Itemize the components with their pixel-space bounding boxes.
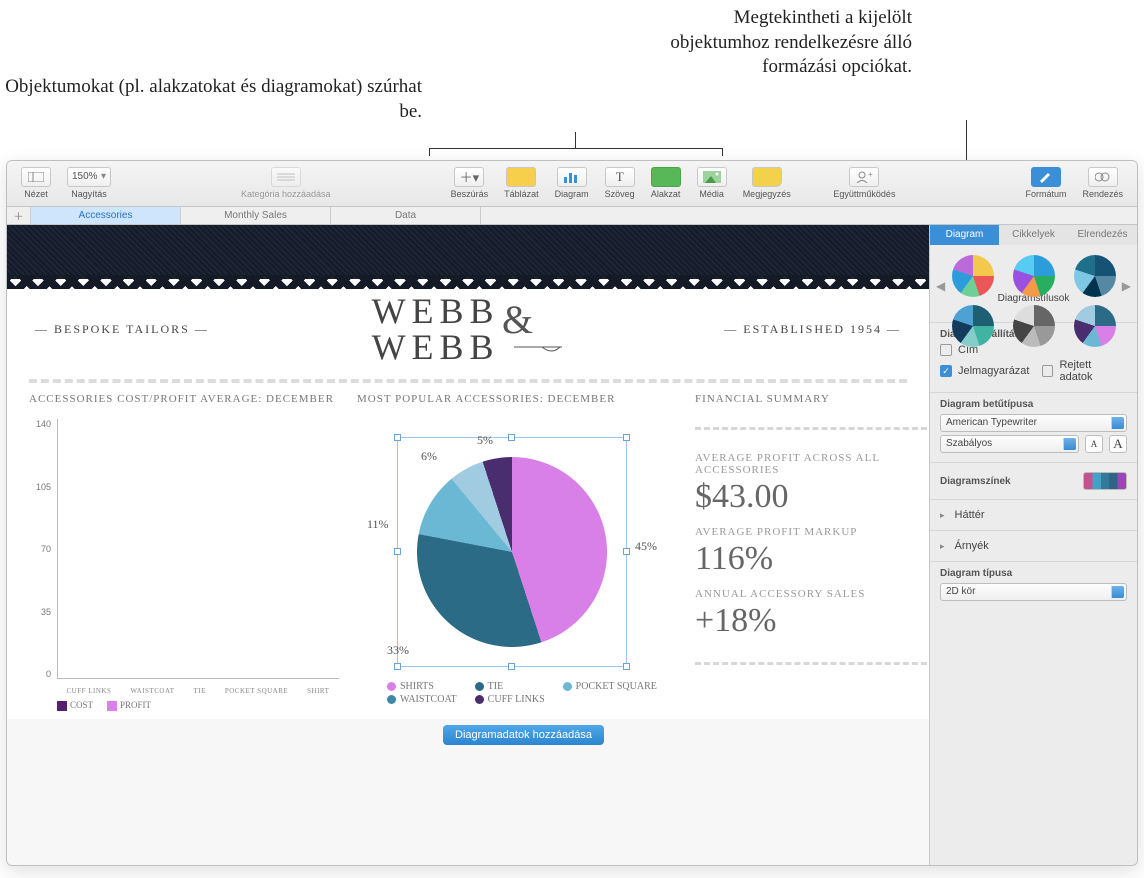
view-button[interactable]: Nézet (15, 165, 57, 201)
chart-style-1[interactable] (952, 255, 994, 297)
label-hidden-data: Rejtett adatok (1059, 359, 1127, 383)
add-sheet-button[interactable]: ＋ (7, 207, 31, 224)
pie-chart-panel: MOST POPULAR ACCESSORIES: DECEMBER 45% 3… (357, 393, 677, 709)
chart-style-6[interactable] (1074, 305, 1116, 347)
pie-legend: SHIRTS TIE POCKET SQUARE WAISTCOAT CUFF … (387, 681, 657, 705)
inspector-tabs: Diagram Cikkelyek Elrendezés (930, 225, 1137, 245)
table-button[interactable]: Táblázat (498, 165, 545, 201)
metric-3-label: ANNUAL ACCESSORY SALES (695, 588, 929, 600)
callout-format: Megtekintheti a kijelölt objektumhoz ren… (632, 6, 912, 80)
media-button[interactable]: Média (691, 165, 733, 201)
text-button[interactable]: T Szöveg (599, 165, 641, 201)
format-button[interactable]: Formátum (1019, 165, 1072, 201)
tagline-right: — ESTABLISHED 1954 — (724, 322, 901, 337)
shape-icon (651, 167, 681, 187)
svg-text:+: + (868, 171, 873, 179)
inspector-tab-wedges[interactable]: Cikkelyek (999, 225, 1068, 245)
collaborate-button[interactable]: + Együttműködés (827, 165, 901, 201)
chart-colors-button[interactable] (1083, 472, 1127, 490)
shape-button[interactable]: Alakzat (645, 165, 687, 201)
toolbar: Nézet 150%▾ Nagyítás Kategória hozzáadás… (7, 161, 1137, 207)
checkbox-legend[interactable]: ✓ (940, 365, 952, 377)
bar-legend: COST PROFIT (57, 700, 151, 711)
format-inspector: Diagram Cikkelyek Elrendezés ◀▶ Diagrams… (929, 225, 1137, 865)
financial-summary: FINANCIAL SUMMARY AVERAGE PROFIT ACROSS … (695, 393, 929, 709)
checkbox-hidden-data[interactable] (1042, 365, 1054, 377)
svg-text:&: & (502, 299, 539, 342)
chart-style-3[interactable] (1074, 255, 1116, 297)
font-size-decrease[interactable]: A (1085, 435, 1103, 453)
tab-data[interactable]: Data (331, 207, 481, 224)
chart-style-2[interactable] (1013, 255, 1055, 297)
pie-chart-title: MOST POPULAR ACCESSORIES: DECEMBER (357, 393, 677, 405)
divider (29, 379, 907, 383)
sheet-tabs: ＋ Accessories Monthly Sales Data (7, 207, 1137, 225)
chart-button[interactable]: Diagram (549, 165, 595, 201)
chart-colors-label: Diagramszínek (940, 476, 1077, 487)
list-icon (271, 167, 301, 187)
sort-button[interactable]: Rendezés (1076, 165, 1129, 201)
tab-accessories[interactable]: Accessories (31, 207, 181, 224)
summary-title: FINANCIAL SUMMARY (695, 393, 929, 405)
add-chart-data-button[interactable]: Diagramadatok hozzáadása (443, 725, 604, 745)
pie-graphic (417, 457, 607, 647)
metric-2-value: 116% (695, 540, 929, 578)
metric-1-label: AVERAGE PROFIT ACROSS ALL ACCESSORIES (695, 452, 929, 476)
font-family-select[interactable]: American Typewriter (940, 414, 1127, 432)
app-window: Nézet 150%▾ Nagyítás Kategória hozzáadás… (6, 160, 1138, 866)
chart-font-label: Diagram betűtípusa (940, 399, 1127, 410)
chart-icon (557, 167, 587, 187)
bar-chart-panel: ACCESSORIES COST/PROFIT AVERAGE: DECEMBE… (29, 393, 339, 709)
font-weight-select[interactable]: Szabályos (940, 435, 1079, 453)
chart-style-5[interactable] (1013, 305, 1055, 347)
bar-chart-title: ACCESSORIES COST/PROFIT AVERAGE: DECEMBE… (29, 393, 339, 405)
bar-chart[interactable]: 14010570350 CUFF LINKSWAISTCOATTIEPOCKET… (29, 409, 339, 709)
chart-type-label: Diagram típusa (940, 568, 1127, 579)
ampersand-needle-icon: & (502, 299, 562, 359)
media-icon (697, 167, 727, 187)
shadow-disclosure[interactable]: ▸Árnyék (940, 540, 1127, 552)
text-icon: T (605, 167, 635, 187)
person-add-icon: + (849, 167, 879, 187)
label-legend: Jelmagyarázat (958, 365, 1030, 377)
chart-style-4[interactable] (952, 305, 994, 347)
inspector-tab-diagram[interactable]: Diagram (930, 225, 999, 245)
sort-icon (1088, 167, 1118, 187)
metric-2-label: AVERAGE PROFIT MARKUP (695, 526, 929, 538)
header-banner (7, 225, 929, 279)
font-size-increase[interactable]: A (1109, 435, 1127, 453)
callout-insert: Objektumokat (pl. alakzatokat és diagram… (2, 75, 422, 124)
chart-styles-grid (930, 245, 1137, 351)
brush-icon (1031, 167, 1061, 187)
zoom-dropdown[interactable]: 150%▾ Nagyítás (61, 165, 117, 201)
metric-3-value: +18% (695, 602, 929, 640)
tagline-left: — BESPOKE TAILORS — (35, 322, 209, 337)
add-category-button[interactable]: Kategória hozzáadása (235, 165, 337, 201)
background-disclosure[interactable]: ▸Háttér (940, 509, 1127, 521)
view-icon (21, 167, 51, 187)
tab-monthly-sales[interactable]: Monthly Sales (181, 207, 331, 224)
table-icon (506, 167, 536, 187)
pie-chart[interactable]: 45% 33% 11% 6% 5% SHIRTS TIE POCKET SQUA… (357, 409, 677, 709)
insert-button[interactable]: ＋▾ Beszúrás (445, 165, 495, 201)
chart-type-select[interactable]: 2D kör (940, 583, 1127, 601)
plus-icon: ＋▾ (454, 167, 484, 187)
help-callouts: Objektumokat (pl. alakzatokat és diagram… (0, 0, 1144, 160)
metric-1-value: $43.00 (695, 478, 929, 516)
comment-icon (752, 167, 782, 187)
inspector-tab-layout[interactable]: Elrendezés (1068, 225, 1137, 245)
zoom-value: 150% (72, 171, 98, 182)
comment-button[interactable]: Megjegyzés (737, 165, 797, 201)
canvas[interactable]: — BESPOKE TAILORS — WEBB WEBB & (7, 225, 929, 865)
company-logo: WEBB WEBB & (372, 293, 562, 365)
